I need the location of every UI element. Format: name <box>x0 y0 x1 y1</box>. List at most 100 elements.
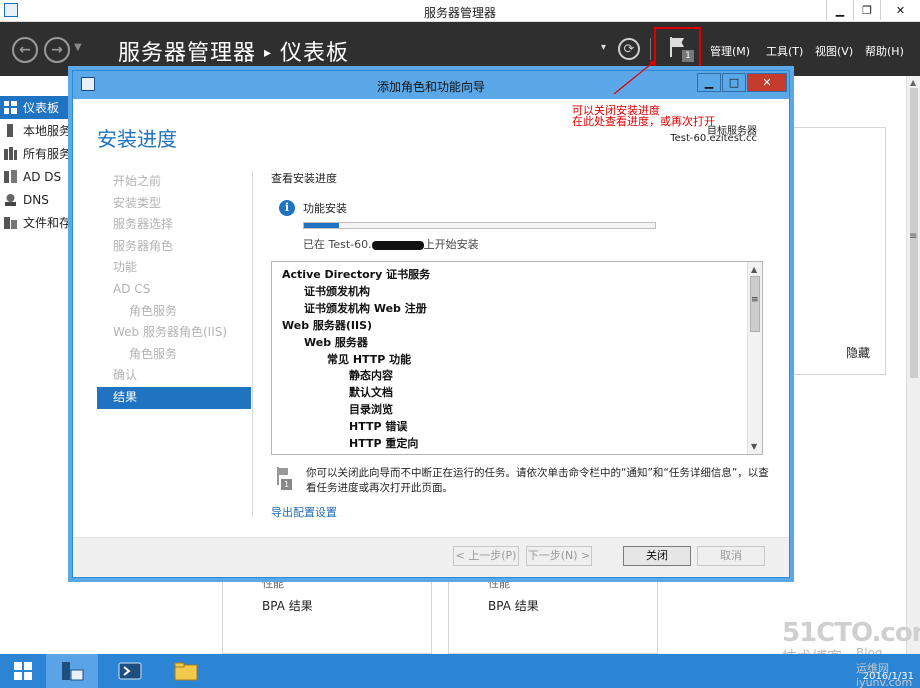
sidebar-item-dashboard[interactable]: 仪表板 <box>0 96 74 119</box>
dialog-close-button[interactable]: ✕ <box>747 73 787 92</box>
dialog-footer: < 上一步(P) 下一步(N) > 关闭 取消 <box>73 537 789 577</box>
server-icon <box>7 124 13 137</box>
window-controls: ▁ ❐ ✕ <box>826 0 920 20</box>
tile-1-bpa-results[interactable]: BPA 结果 <box>262 597 313 614</box>
wizard-step[interactable]: 功能 <box>97 257 251 279</box>
feature-list-item: 证书颁发机构 <box>304 284 370 298</box>
info-icon: i <box>279 200 295 216</box>
dialog-minimize-button[interactable]: ▁ <box>697 73 721 92</box>
windows-logo-icon <box>14 662 32 680</box>
sidebar: 仪表板 本地服务器 所有服务器 AD DS DNS 文件和存储服务 <box>0 96 74 234</box>
wizard-step[interactable]: 服务器选择 <box>97 214 251 236</box>
wizard-step[interactable]: AD CS <box>97 279 251 301</box>
sidebar-item-local-server[interactable]: 本地服务器 <box>0 119 74 142</box>
close-wizard-note: 你可以关闭此向导而不中断正在运行的任务。请依次单击命令栏中的“通知”和“任务详细… <box>306 467 769 494</box>
feature-list-item: Web 服务器 <box>304 335 368 349</box>
sidebar-item-label: DNS <box>23 192 49 207</box>
sidebar-item-file-storage[interactable]: 文件和存储服务 <box>0 211 74 234</box>
next-button[interactable]: 下一步(N) > <box>526 546 592 566</box>
hide-link[interactable]: 隐藏 <box>846 344 870 361</box>
tile-2-bpa-results[interactable]: BPA 结果 <box>488 597 539 614</box>
menu-view[interactable]: 视图(V) <box>815 43 853 59</box>
wizard-step[interactable]: Web 服务器角色(IIS) <box>97 322 251 344</box>
breadcrumb-root[interactable]: 服务器管理器 <box>118 41 256 66</box>
taskbar-server-manager[interactable] <box>46 654 98 688</box>
ad-ds-icon <box>4 170 17 183</box>
wizard-step[interactable]: 角色服务 <box>97 344 251 366</box>
menu-manage[interactable]: 管理(M) <box>710 43 750 59</box>
target-server-name: Test-60.ezitest.cc <box>670 133 757 144</box>
sidebar-item-label: 所有服务器 <box>23 147 74 161</box>
menu-tools[interactable]: 工具(T) <box>766 43 803 59</box>
scroll-up-icon[interactable]: ▲ <box>910 78 916 87</box>
progress-status-suffix: 上开始安装 <box>423 238 479 251</box>
list-scroll-down-icon[interactable]: ▼ <box>751 442 757 451</box>
add-roles-wizard-dialog: 添加角色和功能向导 ▁ □ ✕ 安装进度 目标服务器 Test-60.ezite… <box>72 70 790 578</box>
dashboard-icon <box>4 101 17 114</box>
feature-list-item: 常见 HTTP 功能 <box>327 352 412 366</box>
note-flag-badge: 1 <box>281 479 292 490</box>
dashboard-tile-welcome <box>790 127 886 375</box>
wizard-step[interactable]: 结果 <box>97 386 251 409</box>
list-scroll-up-icon[interactable]: ▲ <box>751 265 757 274</box>
feature-list-item: Active Directory 证书服务 <box>282 268 431 281</box>
feature-install-label: 功能安装 <box>303 202 347 215</box>
section-title: 查看安装进度 <box>271 172 337 185</box>
install-progress-bar <box>303 222 656 229</box>
wizard-step[interactable]: 开始之前 <box>97 171 251 193</box>
app-header: ← → ▼ 服务器管理器 ▸ 仪表板 ▾ ⟳ 1 管理(M) 工具(T) 视图(V)… <box>0 22 920 76</box>
restore-button[interactable]: ❐ <box>853 0 880 20</box>
close-button[interactable]: ✕ <box>880 0 920 20</box>
feature-list-item: HTTP 错误 <box>349 420 408 434</box>
sidebar-item-dns[interactable]: DNS <box>0 188 74 211</box>
scroll-grip-icon: ≡ <box>909 231 918 242</box>
feature-list-item: 证书颁发机构 Web 注册 <box>304 301 427 315</box>
dashboard-tile-2 <box>448 578 658 654</box>
previous-button[interactable]: < 上一步(P) <box>453 546 519 566</box>
feature-list-item: 目录浏览 <box>349 403 393 417</box>
main-scrollbar[interactable]: ▲ ≡ <box>906 76 920 654</box>
server-manager-icon <box>62 662 84 681</box>
taskbar-file-explorer[interactable] <box>160 654 212 688</box>
sidebar-item-ad-ds[interactable]: AD DS <box>0 165 74 188</box>
forward-button[interactable]: → <box>44 37 70 63</box>
window-title-bar: 服务器管理器 ▁ ❐ ✕ <box>0 0 920 22</box>
progress-status: 已在 Test-60. 上开始安装 <box>303 236 479 252</box>
feature-list[interactable]: 安全性 HTTP 重定向 HTTP 错误目录浏览 默认文档 静态内容 常见 HTTP 功能… <box>271 261 763 455</box>
sidebar-item-all-servers[interactable]: 所有服务器 <box>0 142 74 165</box>
wizard-steps: 开始之前 安装类型 服务器选择 服务器角色 功能 AD CS 角色服务 Web 服务器角色(I… <box>97 171 251 409</box>
breadcrumb-separator-icon: ▸ <box>264 45 273 61</box>
folder-icon <box>174 662 198 681</box>
dashboard-tile-1 <box>222 578 432 654</box>
feature-list-scrollbar[interactable]: ▲ ≡ ▼ <box>747 262 762 454</box>
export-config-link[interactable]: 导出配置设置 <box>271 504 337 520</box>
sidebar-item-label: AD DS <box>23 169 62 184</box>
progress-status-prefix: 已在 Test-60. <box>303 238 372 251</box>
breadcrumb-current: 仪表板 <box>280 41 350 66</box>
wizard-step[interactable]: 服务器角色 <box>97 236 251 258</box>
redacted-text <box>371 240 424 250</box>
history-dropdown-icon[interactable]: ▼ <box>74 42 82 53</box>
cancel-button[interactable]: 取消 <box>697 546 765 566</box>
feature-list-item: 默认文档 <box>349 386 393 400</box>
watermark-51cto: 51CTO.com <box>782 618 920 648</box>
install-progress-fill <box>304 223 340 228</box>
minimize-button[interactable]: ▁ <box>826 0 853 20</box>
sidebar-item-label: 文件和存储服务 <box>23 216 74 230</box>
file-storage-icon <box>4 217 17 229</box>
taskbar-powershell[interactable] <box>104 654 156 688</box>
start-button[interactable] <box>0 654 46 688</box>
close-wizard-button[interactable]: 关闭 <box>623 546 691 566</box>
feature-list-item: HTTP 重定向 <box>349 437 419 450</box>
sidebar-item-label: 仪表板 <box>23 101 60 115</box>
feature-list-item: 安全性 <box>327 452 360 455</box>
back-button[interactable]: ← <box>12 37 38 63</box>
wizard-step[interactable]: 安装类型 <box>97 193 251 215</box>
dialog-window-controls: ▁ □ ✕ <box>696 73 787 92</box>
wizard-step[interactable]: 确认 <box>97 365 251 387</box>
menu-help[interactable]: 帮助(H) <box>865 43 904 59</box>
dialog-maximize-button[interactable]: □ <box>722 73 746 92</box>
window-title: 服务器管理器 <box>423 6 496 20</box>
wizard-step[interactable]: 角色服务 <box>97 301 251 323</box>
taskbar: 2016/1/31 <box>0 654 920 688</box>
